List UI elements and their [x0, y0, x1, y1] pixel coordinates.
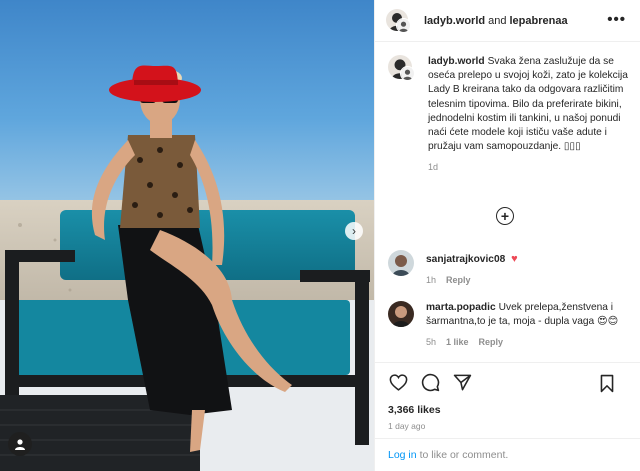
tagged-users-button[interactable] [8, 432, 32, 456]
comment-meta: 5h 1 like Reply [426, 335, 628, 349]
bookmark-icon[interactable] [596, 372, 618, 394]
comment-timestamp[interactable]: 1h [426, 273, 436, 287]
post-header: ladyb.world and lepabrenaa ••• [375, 0, 640, 42]
paper-plane-svg [453, 374, 471, 391]
instagram-post: › ladyb.world and lepabrenaa ••• ladyb.w… [0, 0, 640, 471]
likes-count[interactable]: 3,366 likes [388, 404, 441, 416]
post-image[interactable]: › [0, 0, 374, 471]
comment-bubble-svg [421, 373, 439, 392]
collaborator-avatar [400, 66, 415, 81]
comment-likes[interactable]: 1 like [446, 335, 469, 349]
comment-icon[interactable] [419, 372, 441, 394]
commenter-avatar[interactable] [388, 301, 414, 327]
like-heart-svg [389, 374, 407, 391]
heart-emoji: ♥ [511, 253, 518, 265]
comment-timestamp[interactable]: 5h [426, 335, 436, 349]
heart-icon[interactable] [387, 372, 409, 394]
post-caption: ladyb.world Svaka žena zaslužuje da se os… [388, 55, 628, 175]
beach-photo [0, 0, 374, 471]
load-more-comments-icon[interactable]: + [496, 207, 514, 225]
comment-body: marta.popadic Uvek prelepa,ženstvena i ša… [426, 301, 628, 350]
comment-username[interactable]: marta.popadic [426, 302, 496, 313]
reply-button[interactable]: Reply [446, 273, 471, 287]
caption-username[interactable]: ladyb.world [428, 56, 485, 67]
author-joiner: and [488, 14, 507, 27]
post-date[interactable]: 1 day ago [388, 421, 425, 431]
reply-button[interactable]: Reply [479, 335, 504, 349]
comment-meta: 1h Reply [426, 273, 518, 287]
comment-item: sanjatrajkovic08 ♥ 1h Reply [388, 250, 628, 287]
post-sidebar: ladyb.world and lepabrenaa ••• ladyb.wor… [374, 0, 640, 471]
collaborator-username[interactable]: lepabrenaa [509, 15, 567, 27]
comment-username[interactable]: sanjatrajkovic08 [426, 254, 505, 265]
more-options-icon[interactable]: ••• [607, 11, 626, 28]
caption-avatar[interactable] [388, 55, 416, 81]
post-actions [375, 362, 640, 402]
share-icon[interactable] [451, 372, 473, 394]
caption-text: Svaka žena zaslužuje da se oseća prelepo… [428, 56, 628, 153]
bookmark-svg [600, 374, 614, 392]
login-prompt-text: to like or comment. [419, 449, 509, 461]
caption-timestamp[interactable]: 1d [428, 160, 628, 174]
next-image-arrow-icon[interactable]: › [345, 222, 363, 240]
comment-item: marta.popadic Uvek prelepa,ženstvena i ša… [388, 301, 628, 350]
author-avatar-stack[interactable] [386, 8, 412, 33]
collaborator-avatar [396, 17, 411, 33]
user-icon [15, 439, 25, 450]
login-link[interactable]: Log in [388, 449, 417, 461]
comment-body: sanjatrajkovic08 ♥ 1h Reply [426, 250, 518, 287]
author-username[interactable]: ladyb.world [424, 15, 485, 27]
caption-body: ladyb.world Svaka žena zaslužuje da se os… [428, 55, 628, 175]
author-names: ladyb.world and lepabrenaa [424, 15, 568, 27]
login-prompt: Log in to like or comment. [375, 438, 640, 471]
commenter-avatar[interactable] [388, 250, 414, 276]
